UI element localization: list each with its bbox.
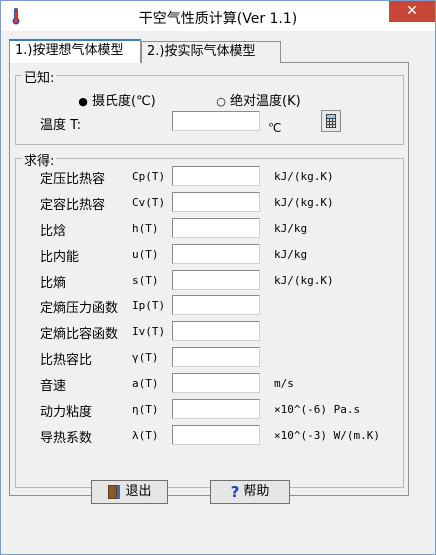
calculate-button[interactable]: [321, 110, 341, 132]
result-value-field[interactable]: [172, 347, 260, 367]
result-symbol: Ip(T): [132, 299, 166, 312]
result-unit: m/s: [274, 377, 294, 390]
exit-button-label: 退出: [125, 484, 152, 499]
result-value-field[interactable]: [172, 295, 260, 315]
result-label: 音速: [40, 379, 67, 394]
result-label: 定熵压力函数: [40, 301, 119, 316]
radio-unselected-icon: ○: [216, 95, 226, 108]
temperature-input[interactable]: [172, 111, 260, 131]
result-symbol: Cv(T): [132, 196, 166, 209]
result-unit: ×10^(-3) W/(m.K): [274, 429, 380, 442]
temperature-label: 温度 T:: [40, 118, 82, 133]
client-area: 1.)按理想气体模型 2.)按实际气体模型 已知: ● 摄氏度(℃) ○ 绝对温度(…: [1, 31, 435, 554]
result-label: 比热容比: [40, 353, 93, 368]
result-value-field[interactable]: [172, 192, 260, 212]
result-symbol: Iv(T): [132, 325, 166, 338]
result-symbol: u(T): [132, 248, 159, 261]
result-label: 定压比热容: [40, 172, 106, 187]
result-unit: kJ/(kg.K): [274, 196, 334, 209]
close-button[interactable]: ✕: [389, 1, 435, 22]
window-title: 干空气性质计算(Ver 1.1): [138, 11, 298, 27]
result-symbol: Cp(T): [132, 170, 166, 183]
help-icon: ?: [230, 483, 240, 501]
known-group: 已知: ● 摄氏度(℃) ○ 绝对温度(K) 温度 T: ℃: [15, 67, 404, 145]
result-unit: kJ/kg: [274, 222, 308, 235]
result-label: 定容比热容: [40, 198, 106, 213]
result-label: 比内能: [40, 250, 80, 265]
result-symbol: λ(T): [132, 429, 159, 442]
result-unit: kJ/kg: [274, 248, 308, 261]
tab-real-gas[interactable]: 2.)按实际气体模型: [141, 41, 281, 63]
result-label: 动力粘度: [40, 405, 93, 420]
result-value-field[interactable]: [172, 218, 260, 238]
result-label: 定熵比容函数: [40, 327, 119, 342]
result-value-field[interactable]: [172, 373, 260, 393]
exit-button[interactable]: 退出: [91, 480, 168, 504]
result-unit: kJ/(kg.K): [274, 274, 334, 287]
result-symbol: γ(T): [132, 351, 159, 364]
result-value-field[interactable]: [172, 244, 260, 264]
result-label: 导热系数: [40, 431, 93, 446]
main-window: 干空气性质计算(Ver 1.1) ✕ 1.)按理想气体模型 2.)按实际气体模型…: [0, 0, 436, 555]
result-unit: ×10^(-6) Pa.s: [274, 403, 361, 416]
results-group-title: 求得:: [22, 150, 57, 169]
tab-pane-ideal-gas: 已知: ● 摄氏度(℃) ○ 绝对温度(K) 温度 T: ℃ 求得: 定压比热容…: [9, 62, 409, 496]
help-button-label: 帮助: [243, 484, 270, 499]
close-icon: ✕: [406, 3, 418, 19]
radio-celsius[interactable]: ● 摄氏度(℃): [78, 90, 156, 109]
known-group-title: 已知:: [22, 67, 57, 86]
result-value-field[interactable]: [172, 399, 260, 419]
exit-door-icon: [108, 485, 121, 499]
radio-kelvin-label: 绝对温度(K): [230, 94, 301, 109]
result-value-field[interactable]: [172, 166, 260, 186]
result-symbol: h(T): [132, 222, 159, 235]
radio-selected-icon: ●: [78, 95, 88, 108]
result-symbol: s(T): [132, 274, 159, 287]
result-value-field[interactable]: [172, 425, 260, 445]
result-unit: kJ/(kg.K): [274, 170, 334, 183]
help-button[interactable]: ? 帮助: [210, 480, 290, 504]
title-bar: 干空气性质计算(Ver 1.1) ✕: [1, 1, 435, 31]
result-symbol: η(T): [132, 403, 159, 416]
tab-ideal-gas[interactable]: 1.)按理想气体模型: [9, 39, 141, 63]
result-value-field[interactable]: [172, 270, 260, 290]
result-label: 比熵: [40, 276, 67, 291]
radio-kelvin[interactable]: ○ 绝对温度(K): [216, 90, 301, 109]
result-value-field[interactable]: [172, 321, 260, 341]
temperature-unit: ℃: [268, 121, 282, 135]
result-symbol: a(T): [132, 377, 159, 390]
radio-celsius-label: 摄氏度(℃): [92, 94, 156, 109]
results-group: 求得: 定压比热容 Cp(T) kJ/(kg.K) 定容比热容 Cv(T) kJ/(kg.…: [15, 150, 404, 488]
result-label: 比焓: [40, 224, 67, 239]
calculator-icon: [326, 114, 336, 128]
